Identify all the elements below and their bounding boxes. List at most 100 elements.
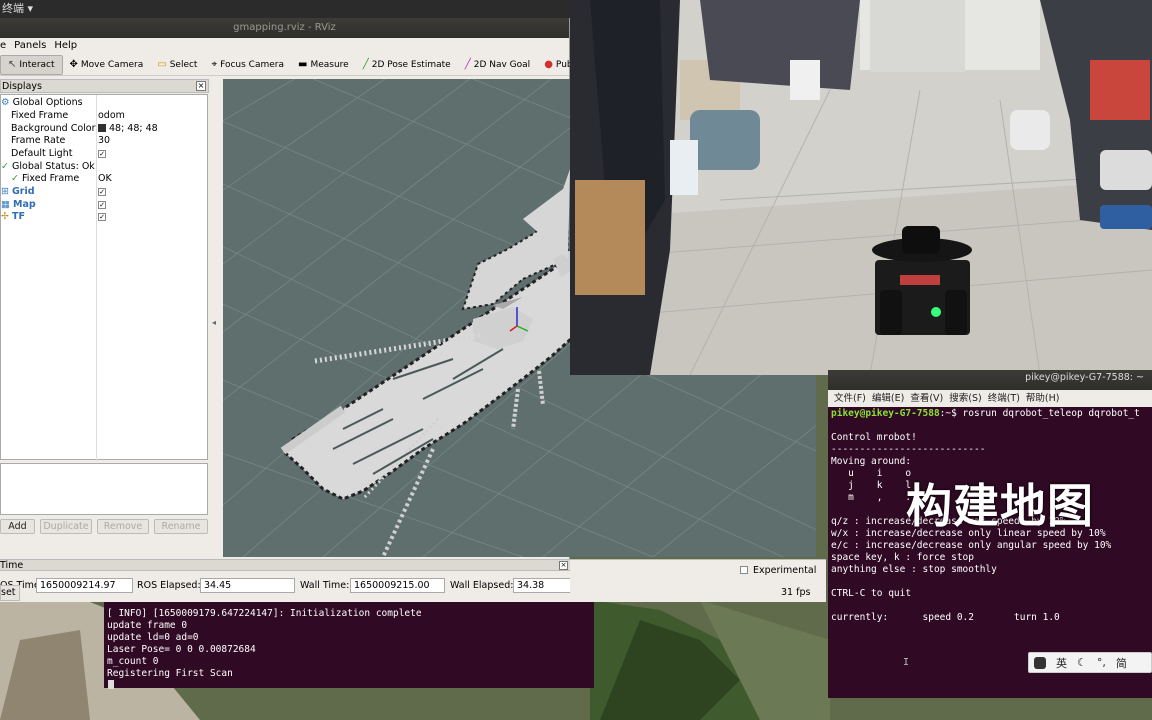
terminal-line: Laser Pose= 0 0 0.00872684: [107, 644, 256, 655]
row-key: Default Light: [11, 148, 73, 159]
tool-nav-goal[interactable]: ╱ 2D Nav Goal: [458, 55, 537, 75]
input-method-bar[interactable]: 英 ☾ °, 简: [1028, 652, 1152, 673]
row-value[interactable]: 30: [98, 135, 110, 148]
duplicate-button[interactable]: Duplicate: [40, 519, 92, 534]
displays-tree: ⚙ Global Options Fixed Frame odom Backgro…: [0, 94, 209, 461]
nav-goal-icon: ╱: [464, 59, 471, 70]
tool-interact[interactable]: ↖ Interact: [0, 54, 63, 75]
terminal-line: [ INFO] [1650009179.647224147]: Initiali…: [107, 608, 422, 619]
terminal-line: j k l: [831, 480, 912, 491]
row-key: Grid: [12, 186, 35, 197]
tree-row-tf[interactable]: ✢ TF ✓: [1, 211, 209, 224]
checkbox[interactable]: ✓: [98, 213, 106, 221]
tree-row-map[interactable]: ▦ Map ✓: [1, 199, 209, 212]
close-icon[interactable]: ×: [196, 81, 206, 91]
camera-feed: [570, 0, 1152, 375]
checkbox[interactable]: ✓: [98, 200, 106, 209]
robot-icon: [872, 226, 972, 335]
row-key: Background Color: [11, 122, 96, 134]
menu-file[interactable]: 文件(F): [834, 393, 866, 404]
menu-panels[interactable]: Panels: [14, 40, 46, 51]
reset-button[interactable]: set: [0, 585, 20, 601]
publish-point-icon: ●: [544, 59, 553, 70]
moon-icon: ☾: [1077, 656, 1087, 669]
rename-button[interactable]: Rename: [154, 519, 208, 534]
menu-edit[interactable]: 编辑(E): [872, 393, 904, 404]
menu-view[interactable]: 查看(V): [910, 393, 943, 404]
tree-row-frame-rate[interactable]: Frame Rate 30: [1, 135, 209, 148]
description-box: [0, 463, 208, 515]
topbar-label: 终端: [2, 2, 24, 15]
terminal-line: e/c : increase/decrease only angular spe…: [831, 540, 1112, 551]
row-key: Fixed Frame: [22, 173, 80, 184]
tree-row-fixed-frame-status[interactable]: ✓ Fixed Frame OK: [1, 173, 209, 186]
window-title: gmapping.rviz - RViz: [0, 18, 569, 38]
terminal-gmapping[interactable]: [ INFO] [1650009179.647224147]: Initiali…: [104, 602, 594, 689]
top-panel: 终端 ▾: [0, 0, 570, 18]
terminal-line: currently: speed 0.2 turn 1.0: [831, 612, 1060, 623]
tool-pose-estimate[interactable]: ╱ 2D Pose Estimate: [356, 55, 458, 75]
displays-panel: Displays × ⚙ Global Options Fixed Frame o…: [0, 79, 209, 557]
measure-icon: ▬: [297, 59, 308, 70]
terminal-line: pikey@pikey-G7-7588:~$ rosrun dqrobot_te…: [831, 408, 1140, 420]
experimental-label: Experimental: [753, 565, 817, 576]
punctuation-icon: °,: [1096, 656, 1106, 669]
tool-move-camera[interactable]: ✥ Move Camera: [63, 55, 151, 75]
rviz-window: gmapping.rviz - RViz e Panels Help ↖ Intera…: [0, 18, 816, 602]
row-key: Global Status: Ok: [12, 160, 95, 172]
tool-label: 2D Pose Estimate: [371, 59, 451, 70]
ime-language[interactable]: 英: [1056, 655, 1067, 671]
menu-bar: e Panels Help: [0, 38, 569, 54]
menu-terminal[interactable]: 终端(T): [988, 393, 1020, 404]
tool-measure[interactable]: ▬ Measure: [291, 55, 356, 75]
terminal-line: anything else : stop smoothly: [831, 564, 997, 575]
checkbox[interactable]: ✓: [98, 150, 106, 158]
row-key: Map: [13, 198, 36, 210]
tree-row-fixed-frame[interactable]: Fixed Frame odom: [1, 110, 209, 123]
terminal-line: CTRL-C to quit: [831, 588, 912, 599]
check-icon: ✓: [11, 173, 19, 184]
tree-row-background-color[interactable]: Background Color 48; 48; 48: [1, 123, 209, 136]
tree-row-default-light[interactable]: Default Light ✓: [1, 148, 209, 161]
fps-readout: 31 fps: [781, 587, 811, 598]
ime-mode[interactable]: 简: [1116, 655, 1127, 671]
tool-bar: ↖ Interact ✥ Move Camera ▭ Select ⌖ Focus Ca…: [0, 54, 613, 76]
menu-help[interactable]: 帮助(H): [1026, 393, 1060, 404]
terminal-title: pikey@pikey-G7-7588: ~: [828, 370, 1152, 390]
row-value[interactable]: 48; 48; 48: [109, 123, 158, 134]
tree-row-grid[interactable]: ⊞ Grid ✓: [1, 186, 209, 199]
collapse-handle-icon[interactable]: ◂: [212, 318, 216, 327]
tree-row-global-options[interactable]: ⚙ Global Options: [1, 97, 209, 110]
terminal-line: ---------------------------: [831, 444, 986, 455]
time-title: Time: [0, 560, 24, 571]
focus-camera-icon: ⌖: [211, 59, 218, 70]
checkbox[interactable]: ✓: [98, 188, 106, 196]
interact-icon: ↖: [8, 59, 17, 70]
row-value: OK: [98, 173, 112, 184]
terminal-line: Moving around:: [831, 456, 912, 467]
time-header: Time ×: [0, 559, 570, 571]
remove-button[interactable]: Remove: [97, 519, 149, 534]
menu-file[interactable]: e: [0, 40, 6, 51]
tool-label: Move Camera: [80, 59, 144, 70]
wall-time-field[interactable]: 1650009215.00: [350, 578, 445, 593]
caption-overlay: 构建地图: [906, 479, 1094, 533]
terminal-cursor: [108, 680, 114, 689]
wall-time-label: Wall Time:: [300, 580, 350, 591]
add-button[interactable]: Add: [0, 519, 35, 534]
experimental-checkbox[interactable]: [740, 566, 748, 574]
gear-icon: ⚙: [1, 97, 10, 108]
tool-label: Interact: [19, 59, 55, 70]
row-value[interactable]: odom: [98, 110, 125, 123]
ros-time-field[interactable]: 1650009214.97: [36, 578, 133, 593]
menu-help[interactable]: Help: [54, 40, 77, 51]
close-icon[interactable]: ×: [559, 561, 568, 570]
ros-elapsed-field[interactable]: 34.45: [200, 578, 295, 593]
ime-logo-icon: [1034, 656, 1046, 669]
tool-select[interactable]: ▭ Select: [150, 55, 204, 75]
tree-row-global-status[interactable]: ✓ Global Status: Ok: [1, 161, 209, 174]
tool-label: Select: [169, 59, 198, 70]
menu-search[interactable]: 搜索(S): [949, 393, 981, 404]
terminal-line: m_count 0: [107, 656, 159, 667]
tool-focus-camera[interactable]: ⌖ Focus Camera: [204, 55, 291, 75]
